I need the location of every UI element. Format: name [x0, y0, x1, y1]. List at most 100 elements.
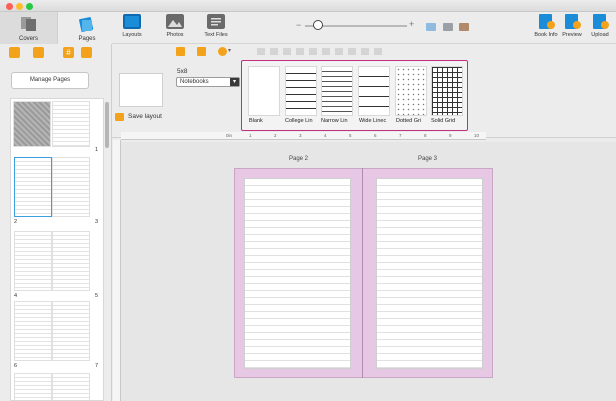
layouts-button[interactable]: Layouts: [112, 14, 152, 38]
paper-name: Wide Linec: [359, 118, 387, 124]
paper-name: Solid Grid: [431, 118, 456, 124]
add-text-icon[interactable]: [197, 47, 206, 56]
layout-category-dropdown[interactable]: Notebooks ▾: [176, 77, 240, 87]
text-files-label: Text Files: [204, 32, 228, 38]
page-row[interactable]: 2 3: [11, 157, 103, 227]
page-thumbnail[interactable]: [14, 373, 52, 400]
page-thumbnail[interactable]: [52, 301, 90, 361]
upload-icon: [593, 14, 609, 29]
paper-dotted-grid[interactable]: [395, 66, 427, 116]
ruler-tick: 1: [249, 133, 252, 138]
text-files-button[interactable]: Text Files: [196, 14, 236, 38]
page-thumbnail[interactable]: [52, 101, 90, 147]
shapes-icon[interactable]: [218, 47, 227, 56]
page-number: 5: [95, 293, 99, 299]
chevron-down-icon: ▾: [230, 78, 239, 86]
cover-thumbnail[interactable]: [13, 101, 51, 147]
page-thumbnail[interactable]: [14, 301, 52, 361]
alignment-tools-disabled: [257, 48, 385, 55]
tab-covers[interactable]: Covers: [0, 12, 58, 44]
page-number: 4: [14, 293, 18, 299]
ruler-tick: 3: [299, 133, 302, 138]
page-number: 7: [95, 363, 99, 369]
page-list-scrollbar[interactable]: [105, 102, 109, 148]
page-thumbnail[interactable]: [52, 157, 90, 217]
paper-name: Dotted Gri: [396, 118, 422, 124]
ruler-tick: 7: [399, 133, 402, 138]
page-list[interactable]: 1 2 3 4 5 6 7: [10, 98, 104, 401]
zoom-out-icon[interactable]: −: [296, 20, 301, 30]
shapes-dropdown-icon[interactable]: ▾: [228, 47, 231, 54]
page-number: 6: [14, 363, 18, 369]
layout-preview[interactable]: [119, 73, 163, 107]
page-number: 1: [95, 147, 99, 153]
paper-name: Narrow Lin: [321, 118, 348, 124]
paper-wide-lined[interactable]: [358, 66, 390, 116]
page-number: 3: [95, 219, 99, 225]
covers-icon: [20, 17, 36, 31]
save-layout-label[interactable]: Save layout: [128, 113, 162, 120]
page-thumbnail[interactable]: [52, 373, 90, 400]
paper-narrow-lined[interactable]: [321, 66, 353, 116]
title-bar: [0, 0, 616, 12]
paper-name: Blank: [249, 118, 263, 124]
preview-label: Preview: [562, 32, 582, 38]
left-page-content[interactable]: [244, 178, 351, 369]
ruler-zero-label: 0in: [226, 133, 233, 138]
ruler-tick: 4: [324, 133, 327, 138]
manage-pages-button[interactable]: Manage Pages: [11, 72, 89, 89]
ruler-tick: 2: [274, 133, 277, 138]
ruler-corner: [121, 132, 224, 140]
add-photo-icon[interactable]: [176, 47, 185, 56]
fit-page-icon[interactable]: [426, 23, 436, 31]
paper-blank[interactable]: [248, 66, 280, 116]
page-thumbnail[interactable]: [14, 231, 52, 291]
paper-solid-grid[interactable]: [431, 66, 463, 116]
add-page-icon[interactable]: [9, 47, 20, 58]
tab-pages[interactable]: Pages: [58, 12, 116, 44]
ruler-tick: 10: [474, 133, 480, 138]
text-files-icon: [207, 14, 225, 29]
page-row[interactable]: 4 5: [11, 231, 103, 301]
photos-label: Photos: [166, 32, 184, 38]
paper-college-lined[interactable]: [285, 66, 317, 116]
photos-button[interactable]: Photos: [155, 14, 195, 38]
minimize-window-button[interactable]: [16, 3, 23, 10]
zoom-slider-handle[interactable]: [313, 20, 323, 30]
spread-view-icon[interactable]: [459, 23, 469, 31]
right-page-label: Page 3: [418, 156, 438, 162]
horizontal-ruler: [224, 132, 486, 140]
tab-covers-label: Covers: [18, 36, 38, 42]
remove-page-icon[interactable]: [33, 47, 44, 58]
ruler-tick: 8: [424, 133, 427, 138]
ruler-tick: 5: [349, 133, 352, 138]
page-row[interactable]: 6 7: [11, 301, 103, 371]
layout-category-value: Notebooks: [180, 79, 209, 85]
left-page-label: Page 2: [289, 156, 309, 162]
close-window-button[interactable]: [6, 3, 13, 10]
page-row[interactable]: 1: [11, 99, 103, 155]
preview-icon: [565, 14, 581, 29]
paper-name: College Lin: [285, 118, 313, 124]
ruler-tick: 6: [374, 133, 377, 138]
upload-button[interactable]: Upload: [582, 14, 616, 38]
upload-label: Upload: [591, 32, 609, 38]
tab-pages-label: Pages: [78, 36, 96, 42]
shuffle-pages-icon[interactable]: [81, 47, 92, 58]
right-page-content[interactable]: [376, 178, 483, 369]
page-thumbnail-selected[interactable]: [14, 157, 52, 217]
zoom-window-button[interactable]: [26, 3, 33, 10]
pages-icon: [79, 17, 94, 32]
single-page-icon[interactable]: [443, 23, 453, 31]
zoom-in-icon[interactable]: +: [409, 19, 414, 29]
book-size-label: 5x8: [177, 68, 188, 75]
photos-icon: [166, 14, 184, 29]
page-row[interactable]: [11, 373, 103, 400]
page-number-icon[interactable]: #: [63, 47, 74, 58]
page-number: 2: [14, 219, 18, 225]
layouts-label: Layouts: [122, 32, 142, 38]
layouts-icon: [123, 14, 141, 29]
ruler-tick: 9: [449, 133, 452, 138]
page-thumbnail[interactable]: [52, 231, 90, 291]
save-layout-icon[interactable]: [115, 113, 124, 121]
